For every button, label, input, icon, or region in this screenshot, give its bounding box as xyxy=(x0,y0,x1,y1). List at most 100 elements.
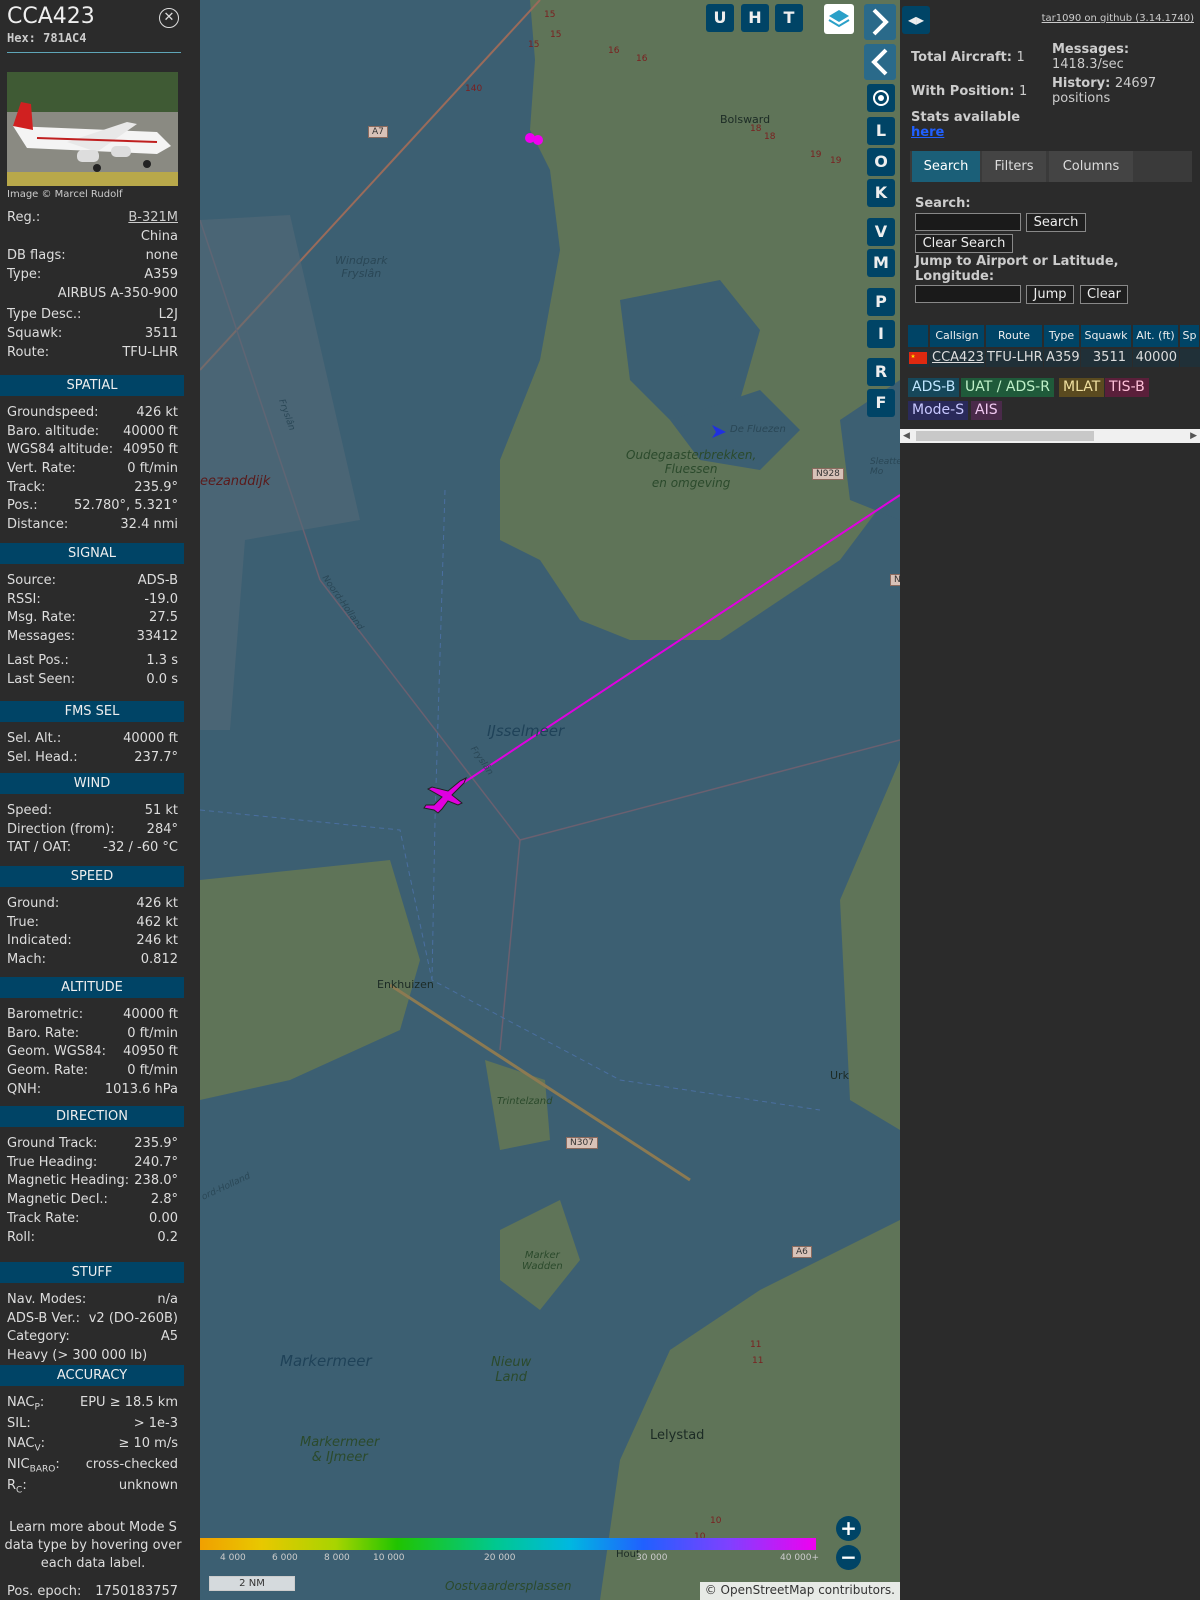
jump-input[interactable] xyxy=(915,285,1021,303)
label-enkhuizen: Enkhuizen xyxy=(377,978,434,991)
aircraft-icon[interactable] xyxy=(420,775,470,815)
clear-search-button[interactable]: Clear Search xyxy=(915,234,1013,253)
map-button-t[interactable]: T xyxy=(775,4,803,32)
total-aircraft-label: Total Aircraft: xyxy=(911,50,1012,65)
source-tag-mlat[interactable]: MLAT xyxy=(1059,378,1105,397)
stuff-row-label: Nav. Modes: xyxy=(7,1292,87,1307)
spatial-row-label: Distance: xyxy=(7,517,69,532)
signal-row-label: Last Pos.: xyxy=(7,653,69,668)
section-header-accuracy[interactable]: ACCURACY xyxy=(0,1365,184,1386)
history-value: 24697 xyxy=(1114,76,1157,91)
map-button-i[interactable]: I xyxy=(867,320,895,348)
close-icon[interactable]: ✕ xyxy=(159,8,179,28)
direction-row-value: 238.0° xyxy=(134,1173,178,1188)
tab-search[interactable]: Search xyxy=(912,151,980,182)
column-header-squawk[interactable]: Squawk xyxy=(1081,325,1132,347)
zoom-in-button[interactable]: + xyxy=(836,1516,861,1541)
legend-tick: 30 000 xyxy=(636,1553,668,1563)
section-header-fms[interactable]: FMS SEL xyxy=(0,701,184,722)
source-tag-ads-b[interactable]: ADS-B xyxy=(908,378,960,397)
spatial-row-value: 32.4 nmi xyxy=(120,517,178,532)
gear-icon[interactable] xyxy=(867,84,895,112)
road-shield-a7: A7 xyxy=(368,126,388,138)
registration-link[interactable]: B-321M xyxy=(128,210,178,225)
map-button-k[interactable]: K xyxy=(867,179,895,207)
github-link[interactable]: tar1090 on github (3.14.1740) xyxy=(1042,13,1194,24)
identity-row-label: Type Desc.: xyxy=(7,307,82,322)
map-button-m[interactable]: M xyxy=(867,249,895,277)
section-header-direction[interactable]: DIRECTION xyxy=(0,1106,184,1127)
map-button-h[interactable]: H xyxy=(741,4,769,32)
column-header-altitude[interactable]: Alt. (ft) xyxy=(1133,325,1179,347)
source-tag-ais[interactable]: AIS xyxy=(971,401,1002,420)
stuff-row-value: A5 xyxy=(160,1329,178,1344)
wind-row-value: -32 / -60 °C xyxy=(103,840,178,855)
identity-row-label: Type: xyxy=(7,267,42,282)
map-button-v[interactable]: V xyxy=(867,218,895,246)
spatial-row-label: Pos.: xyxy=(7,498,38,513)
map-button-p[interactable]: P xyxy=(867,288,895,316)
collapse-left-icon[interactable] xyxy=(864,44,896,80)
identity-row-value: 3511 xyxy=(144,326,178,341)
legend-gradient xyxy=(200,1538,816,1550)
table-horizontal-scrollbar[interactable]: ◀ ▶ xyxy=(900,429,1200,443)
scroll-right-icon[interactable]: ▶ xyxy=(1190,429,1197,443)
label-fluezen: De Fluezen xyxy=(730,424,786,435)
direction-row-label: Magnetic Decl.: xyxy=(7,1192,108,1207)
road-number: 18 xyxy=(764,132,776,142)
source-tag-tis-b[interactable]: TIS-B xyxy=(1105,378,1149,397)
expand-collapse-icon[interactable]: ◂▸ xyxy=(902,6,930,34)
map-button-l[interactable]: L xyxy=(867,117,895,145)
section-header-signal[interactable]: SIGNAL xyxy=(0,543,184,564)
tab-columns[interactable]: Columns xyxy=(1049,151,1133,182)
source-tag-mode-s[interactable]: Mode-S xyxy=(908,401,969,420)
accuracy-row-label: SIL: xyxy=(7,1416,31,1431)
layers-icon[interactable] xyxy=(824,4,854,34)
with-position-stat: With Position: 1 xyxy=(911,84,1027,99)
column-header-callsign[interactable]: Callsign xyxy=(930,325,985,347)
section-header-wind[interactable]: WIND xyxy=(0,773,184,794)
column-header-flag[interactable] xyxy=(908,325,929,347)
spatial-row-label: Vert. Rate: xyxy=(7,461,76,476)
wind-row-label: TAT / OAT: xyxy=(7,840,72,855)
with-position-label: With Position: xyxy=(911,84,1015,99)
section-header-speed[interactable]: SPEED xyxy=(0,866,184,887)
section-header-stuff[interactable]: STUFF xyxy=(0,1262,184,1283)
stats-link[interactable]: here xyxy=(911,125,944,140)
section-header-spatial[interactable]: SPATIAL xyxy=(0,375,184,396)
clear-button[interactable]: Clear xyxy=(1080,285,1128,304)
column-header-speed[interactable]: Sp xyxy=(1180,325,1200,347)
map-button-f[interactable]: F xyxy=(867,389,895,417)
search-button[interactable]: Search xyxy=(1026,213,1086,232)
map-button-u[interactable]: U xyxy=(706,4,734,32)
scrollbar-thumb[interactable] xyxy=(916,431,1094,441)
altitude-row: Barometric: 40000 ft xyxy=(7,1007,178,1025)
accuracy-row-value: cross-checked xyxy=(85,1457,178,1472)
search-input[interactable] xyxy=(915,213,1021,231)
altitude-row: Baro. Rate: 0 ft/min xyxy=(7,1026,178,1044)
column-header-route[interactable]: Route xyxy=(986,325,1043,347)
altitude-row-label: QNH: xyxy=(7,1082,42,1097)
jump-button[interactable]: Jump xyxy=(1026,285,1074,304)
scroll-left-icon[interactable]: ◀ xyxy=(903,429,910,443)
tab-filters[interactable]: Filters xyxy=(982,151,1046,182)
history-unit: positions xyxy=(1052,91,1111,106)
map-view[interactable]: Bolsward Windpark Fryslân eezanddijk IJs… xyxy=(200,0,900,1600)
map-button-o[interactable]: O xyxy=(867,148,895,176)
collapse-right-icon[interactable] xyxy=(864,4,896,40)
aircraft-photo[interactable] xyxy=(7,72,178,186)
road-shield-n: N xyxy=(890,574,900,586)
identity-row: China xyxy=(7,229,178,247)
zoom-out-button[interactable]: − xyxy=(836,1545,861,1570)
map-attribution[interactable]: © OpenStreetMap contributors. xyxy=(699,1582,900,1600)
source-tag-uat-ads-r[interactable]: UAT / ADS-R xyxy=(961,378,1054,397)
section-header-altitude[interactable]: ALTITUDE xyxy=(0,977,184,998)
spatial-row-label: Track: xyxy=(7,480,46,495)
signal-row-label: RSSI: xyxy=(7,592,41,607)
direction-row-label: Magnetic Heading: xyxy=(7,1173,130,1188)
column-header-type[interactable]: Type xyxy=(1044,325,1080,347)
row-callsign[interactable]: CCA423 xyxy=(930,349,985,367)
spatial-row-value: 52.780°, 5.321° xyxy=(74,498,178,513)
identity-row: Type Desc.: L2J xyxy=(7,307,178,325)
map-button-r[interactable]: R xyxy=(867,358,895,386)
